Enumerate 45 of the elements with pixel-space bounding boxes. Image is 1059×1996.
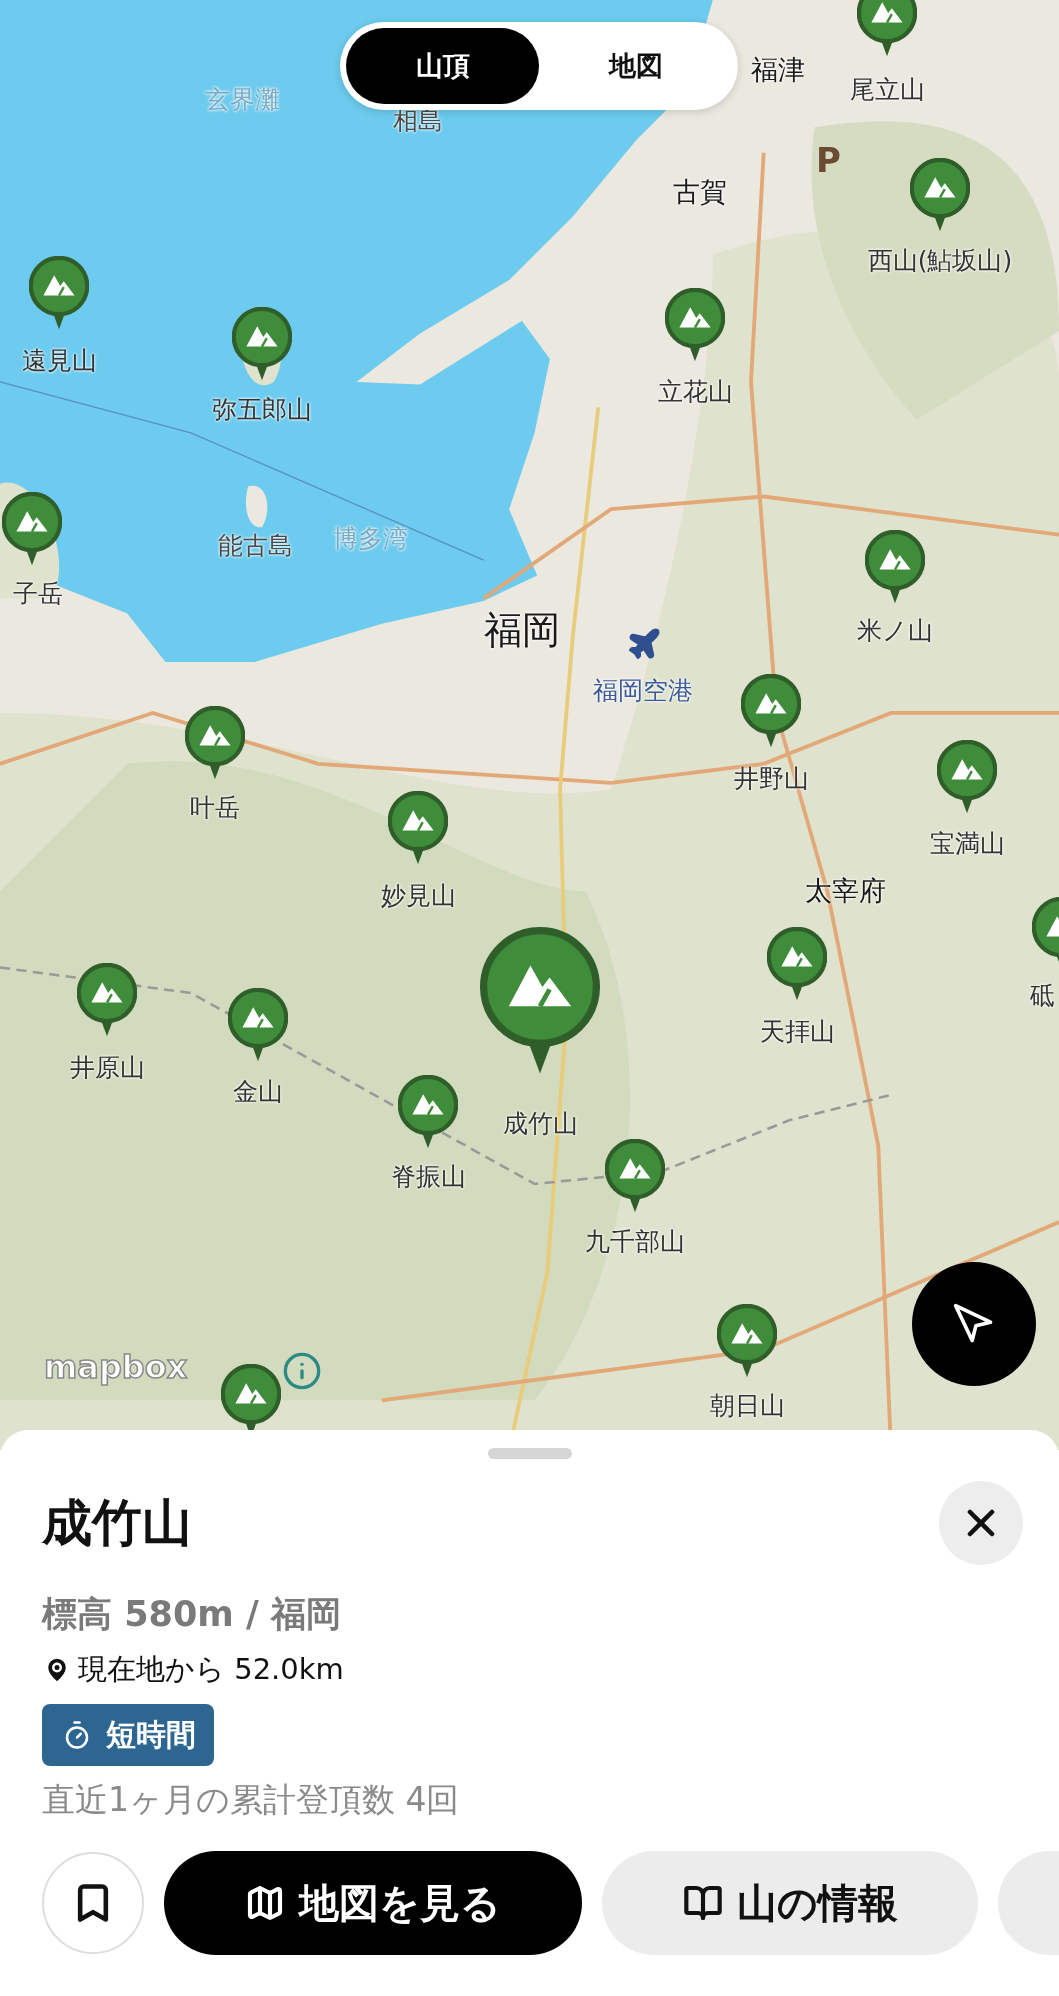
peak-label: 朝日山 [709,1389,785,1422]
parking-sign: P [816,140,841,180]
attribution-logo: mapbox [44,1348,188,1386]
sheet-title: 成竹山 [42,1492,192,1554]
distance-text: 現在地から 52.0km [78,1651,344,1688]
duration-tag: 短時間 [42,1704,214,1766]
peak-label: 宝満山 [929,827,1005,860]
peak-label: 妙見山 [380,879,456,912]
peak-label: 天拝山 [759,1015,835,1048]
action-button[interactable]: 地図を見る [164,1851,582,1955]
peak-label: 遠見山 [21,344,97,377]
segment-tab[interactable]: 山頂 [346,28,539,104]
airplane-icon [626,626,662,662]
place-label: 玄界灘 [204,83,280,116]
peak-label: 砥 [1029,979,1055,1012]
map-icon [245,1883,285,1923]
place-label: 古賀 [673,175,727,209]
peak-label: 米ノ山 [857,614,933,647]
action-button[interactable]: 山の情報 [602,1851,978,1955]
peak-label: 子岳 [13,577,63,610]
place-label: 福岡 [484,606,560,654]
summit-count-text: 直近1ヶ月の累計登頂数 4回 [42,1779,461,1821]
place-label: 相島 [393,104,443,137]
peak-label: 立花山 [657,375,733,408]
place-label: 福岡空港 [593,674,693,707]
peak-label: 西山(鮎坂山) [867,244,1013,277]
peak-label: 井野山 [733,762,809,795]
place-label: 太宰府 [804,874,886,908]
peak-label: 弥五郎山 [212,393,312,426]
elevation-text: 標高 580m / 福岡 [42,1593,342,1636]
book-icon [682,1883,723,1923]
peak-label: 成竹山 [502,1107,578,1140]
peak-label: 九千部山 [585,1225,685,1258]
island-shape [245,485,268,528]
segment-tab[interactable]: 地図 [539,28,732,104]
peak-label: 脊振山 [390,1160,466,1193]
drag-handle[interactable] [487,1448,572,1459]
peak-label: 金山 [233,1075,283,1108]
place-label: 博多湾 [332,522,408,555]
peak-label: 叶岳 [190,791,240,824]
peak-label: 尾立山 [849,73,925,106]
place-label: 能古島 [217,529,293,562]
peak-label: 井原山 [69,1051,145,1084]
info-icon[interactable] [282,1351,322,1391]
place-label: 福津 [751,53,805,87]
